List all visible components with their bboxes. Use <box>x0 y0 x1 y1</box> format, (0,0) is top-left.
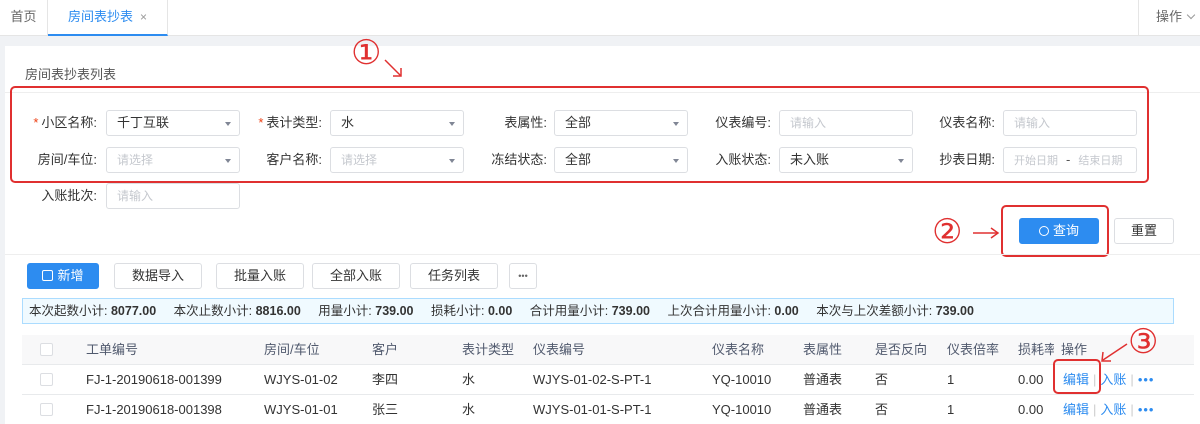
divider <box>5 254 1200 255</box>
import-button[interactable]: 数据导入 <box>114 263 202 289</box>
col-header: 表计类型 <box>462 342 515 357</box>
batch-input[interactable]: 请输入 <box>106 183 240 209</box>
col-header: 仪表倍率 <box>947 342 1000 357</box>
more-actions-icon[interactable]: ••• <box>1138 372 1155 387</box>
more-actions-icon[interactable]: ••• <box>1138 402 1155 417</box>
meter-attr: 普通表 <box>803 402 843 417</box>
col-header: 损耗率 <box>1018 342 1054 357</box>
tab-label: 房间表抄表 <box>68 9 134 24</box>
meter-name: YQ-10010 <box>712 402 772 417</box>
annotation-number-2: ② <box>932 212 963 252</box>
summary-bar: 本次起数小计: 8077.00 本次止数小计: 8816.00 用量小计: 73… <box>22 298 1174 324</box>
add-icon <box>42 270 54 281</box>
edit-link[interactable]: 编辑 <box>1063 402 1089 417</box>
row-actions: 编辑 | 入账 | ••• <box>1063 402 1155 417</box>
customer: 张三 <box>372 402 399 417</box>
close-icon[interactable]: × <box>140 0 147 34</box>
batch-post-button[interactable]: 批量入账 <box>216 263 304 289</box>
table-row[interactable]: FJ-1-20190618-001399 WJYS-01-02 李四 水 WJY… <box>22 365 1194 395</box>
post-all-button[interactable]: 全部入账 <box>312 263 400 289</box>
task-list-button[interactable]: 任务列表 <box>410 263 498 289</box>
annotation-arrow-3 <box>1101 343 1128 362</box>
col-header: 仪表编号 <box>533 342 586 357</box>
operations-menu[interactable]: 操作 <box>1138 0 1200 36</box>
annotation-box-query <box>1001 205 1109 257</box>
meter-no: WJYS-01-02-S-PT-1 <box>533 372 652 387</box>
main-card: 房间表抄表列表 * 小区名称: 千丁互联 * 表计类型: 水 表属性: 全部 仪表编… <box>5 36 1200 424</box>
loss-rate: 0.00 <box>1018 402 1044 417</box>
select-all-checkbox[interactable] <box>40 343 53 356</box>
annotation-number-3: ③ <box>1128 322 1159 362</box>
col-header: 房间/车位 <box>264 342 320 357</box>
reset-button[interactable]: 重置 <box>1114 218 1174 244</box>
multiplier: 1 <box>947 372 955 387</box>
meter-attr: 普通表 <box>803 372 843 387</box>
is-reverse: 否 <box>875 402 889 417</box>
col-header: 客户 <box>372 342 399 357</box>
more-button[interactable]: ••• <box>509 263 537 289</box>
meter-type: 水 <box>462 372 476 387</box>
annotation-number-1: ① <box>351 33 382 73</box>
row-checkbox[interactable] <box>40 373 53 386</box>
tab-home[interactable]: 首页 <box>0 0 48 36</box>
col-header: 表属性 <box>803 342 843 357</box>
multiplier: 1 <box>947 402 955 417</box>
post-link[interactable]: 入账 <box>1100 402 1126 417</box>
col-header: 是否反向 <box>875 342 928 357</box>
col-header: 仪表名称 <box>712 342 765 357</box>
batch-label: 入账批次: <box>41 188 97 203</box>
chevron-down-icon <box>1186 10 1196 20</box>
table-row[interactable]: FJ-1-20190618-001398 WJYS-01-01 张三 水 WJY… <box>22 395 1194 424</box>
col-header: 工单编号 <box>86 342 139 357</box>
post-link[interactable]: 入账 <box>1100 372 1126 387</box>
customer: 李四 <box>372 372 399 387</box>
tab-room-meter-reading[interactable]: 房间表抄表 × <box>48 0 168 36</box>
work-order-no: FJ-1-20190618-001399 <box>86 372 222 387</box>
meter-no: WJYS-01-01-S-PT-1 <box>533 402 652 417</box>
tab-bar: 首页 房间表抄表 × 操作 <box>0 0 1200 36</box>
annotation-box-filters <box>10 86 1149 183</box>
meter-name: YQ-10010 <box>712 372 772 387</box>
add-button[interactable]: 新增 <box>27 263 99 289</box>
annotation-arrow-1 <box>384 59 402 77</box>
section-title: 房间表抄表列表 <box>25 67 117 82</box>
room: WJYS-01-01 <box>264 402 338 417</box>
meter-type: 水 <box>462 402 476 417</box>
table-header: 工单编号 房间/车位 客户 表计类型 仪表编号 仪表名称 表属性 是否反向 仪表… <box>22 335 1194 365</box>
loss-rate: 0.00 <box>1018 372 1044 387</box>
room: WJYS-01-02 <box>264 372 338 387</box>
is-reverse: 否 <box>875 372 889 387</box>
operations-menu-label: 操作 <box>1156 9 1183 24</box>
work-order-no: FJ-1-20190618-001398 <box>86 402 222 417</box>
annotation-box-edit <box>1053 359 1101 394</box>
annotation-arrow-2 <box>973 227 1000 239</box>
data-table: 工单编号 房间/车位 客户 表计类型 仪表编号 仪表名称 表属性 是否反向 仪表… <box>22 335 1194 424</box>
row-checkbox[interactable] <box>40 403 53 416</box>
